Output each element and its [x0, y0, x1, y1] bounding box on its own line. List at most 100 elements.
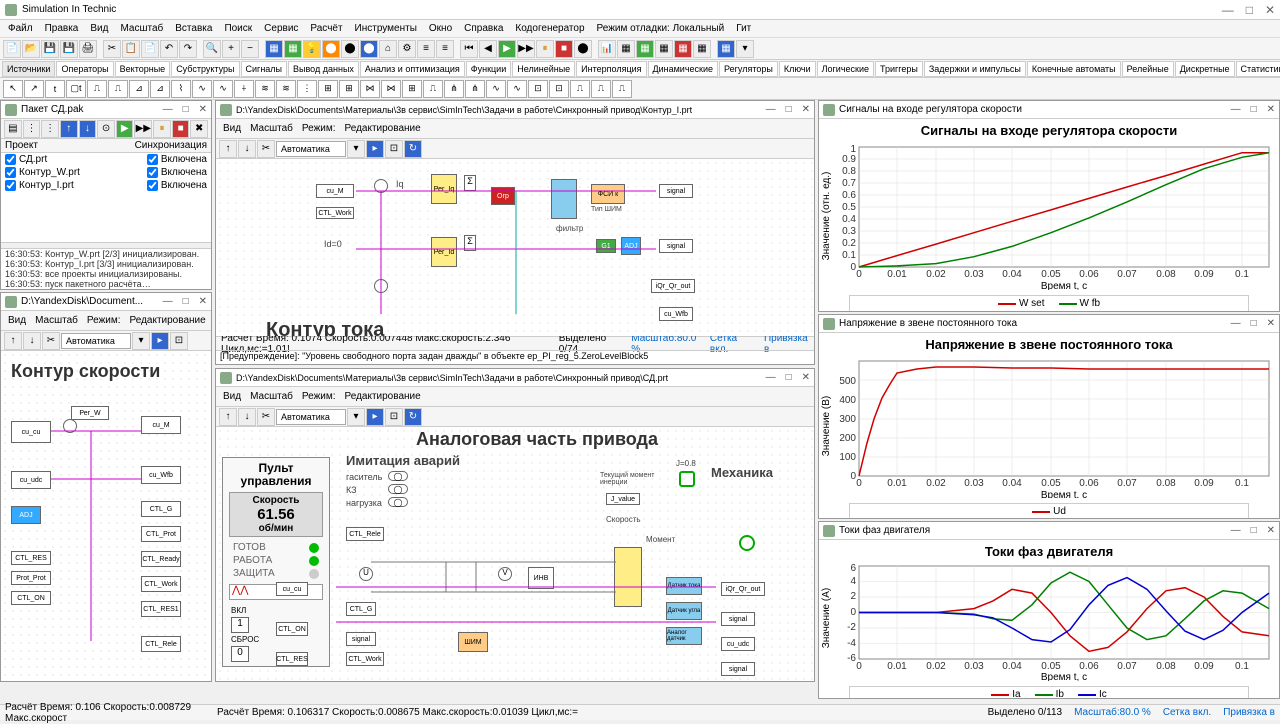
play-icon[interactable]: ▶ [116, 120, 134, 138]
palette-icon[interactable]: ▢t [66, 80, 86, 98]
tab[interactable]: Нелинейные [512, 61, 575, 77]
sync-check[interactable] [147, 167, 158, 178]
palette-icon[interactable]: ⋈ [381, 80, 401, 98]
block[interactable]: Датчик угла [666, 602, 702, 620]
tool-icon[interactable]: ⬤ [360, 40, 378, 58]
sum-icon[interactable]: Σ [464, 175, 476, 191]
doc-tab[interactable]: Масштаб [31, 315, 82, 326]
proj-name[interactable]: Контур_I.prt [19, 180, 144, 191]
palette-icon[interactable]: ∿ [507, 80, 527, 98]
block[interactable]: signal [346, 632, 376, 646]
tool-icon[interactable]: 📊 [598, 40, 616, 58]
palette-icon[interactable]: ⎍ [612, 80, 632, 98]
tool-icon[interactable]: ⌂ [379, 40, 397, 58]
play-icon[interactable]: ▶ [498, 40, 516, 58]
block[interactable]: CTL_Work [141, 576, 181, 592]
palette-icon[interactable]: ↗ [24, 80, 44, 98]
doc-tab[interactable]: Вид [219, 391, 245, 402]
stop-icon[interactable]: ■ [555, 40, 573, 58]
toggle[interactable]: ◯ [388, 484, 408, 494]
sync-check[interactable] [147, 180, 158, 191]
tab[interactable]: Задержки и импульсы [924, 61, 1026, 77]
block[interactable]: CTL_ON [276, 622, 308, 636]
proj-check[interactable] [5, 180, 16, 191]
new-icon[interactable]: 📄 [3, 40, 21, 58]
menu-item[interactable]: Правка [40, 21, 84, 36]
step-icon[interactable]: ▶▶ [517, 40, 535, 58]
maximize-button[interactable]: □ [183, 296, 189, 307]
rewind-icon[interactable]: ⏮ [460, 40, 478, 58]
mode-select[interactable] [61, 333, 131, 349]
palette-icon[interactable]: ≋ [276, 80, 296, 98]
tool-icon[interactable]: ▦ [636, 40, 654, 58]
block[interactable]: Рег_Iq [431, 174, 457, 204]
tab[interactable]: Релейные [1122, 61, 1174, 77]
close-button[interactable]: ✕ [802, 104, 810, 115]
tab[interactable]: Дискретные [1175, 61, 1235, 77]
tool-icon[interactable]: ≡ [417, 40, 435, 58]
tb-icon[interactable]: ⊙ [97, 120, 115, 138]
menu-item[interactable]: Вставка [170, 21, 217, 36]
block[interactable]: CTL_ON [11, 591, 51, 605]
tab[interactable]: Триггеры [875, 61, 923, 77]
minimize-button[interactable]: — [1231, 525, 1241, 536]
palette-icon[interactable]: ⊿ [150, 80, 170, 98]
block[interactable]: CTL_G [141, 501, 181, 517]
block[interactable]: cu_Wfb [141, 466, 181, 484]
zoomin-icon[interactable]: + [222, 40, 240, 58]
tb-icon[interactable]: ▾ [132, 332, 150, 350]
menu-item[interactable]: Кодогенератор [510, 21, 589, 36]
mode-select[interactable] [276, 141, 346, 157]
copy-icon[interactable]: 📋 [122, 40, 140, 58]
block[interactable]: iQr_Qr_out [651, 279, 695, 293]
minimize-button[interactable]: — [1222, 3, 1234, 17]
palette-icon[interactable]: ∿ [213, 80, 233, 98]
minimize-button[interactable]: — [1231, 104, 1241, 115]
block[interactable]: cu_M [141, 416, 181, 434]
palette-icon[interactable]: ⋔ [444, 80, 464, 98]
tab[interactable]: Конечные автоматы [1027, 61, 1121, 77]
summator-icon[interactable] [374, 279, 388, 293]
proj-name[interactable]: Контур_W.prt [19, 167, 144, 178]
block[interactable]: signal [721, 612, 755, 626]
tb-icon[interactable]: ▸ [366, 408, 384, 426]
palette-icon[interactable]: ⎍ [591, 80, 611, 98]
tb-icon[interactable]: ⊡ [170, 332, 188, 350]
step-icon[interactable]: ▶▶ [134, 120, 152, 138]
stop-icon[interactable]: ■ [172, 120, 190, 138]
tool-icon[interactable]: ▦ [284, 40, 302, 58]
minimize-button[interactable]: — [766, 104, 776, 115]
tb-icon[interactable]: ⊡ [385, 140, 403, 158]
block[interactable]: Рег_Id [431, 237, 457, 267]
menu-item[interactable]: Сервис [259, 21, 303, 36]
cut-icon[interactable]: ✂ [103, 40, 121, 58]
tab[interactable]: Субструктуры [171, 61, 239, 77]
tb-icon[interactable]: ▾ [347, 408, 365, 426]
close-button[interactable]: ✕ [199, 104, 207, 115]
tab[interactable]: Интерполяция [576, 61, 646, 77]
tb-icon[interactable]: ▸ [151, 332, 169, 350]
maximize-button[interactable]: □ [1246, 3, 1253, 17]
mech-icon[interactable] [739, 535, 755, 551]
doc-tab[interactable]: Вид [4, 315, 30, 326]
block[interactable]: CTL_Prot [141, 526, 181, 542]
paste-icon[interactable]: 📄 [141, 40, 159, 58]
block[interactable]: cu_Wfb [659, 307, 693, 321]
saveall-icon[interactable]: 💾 [60, 40, 78, 58]
cut-icon[interactable]: ✂ [257, 408, 275, 426]
block[interactable]: ADJ [621, 237, 641, 255]
tool-icon[interactable]: ▦ [655, 40, 673, 58]
palette-icon[interactable]: ⋔ [465, 80, 485, 98]
up-icon[interactable]: ↑ [60, 120, 78, 138]
back-icon[interactable]: ◀ [479, 40, 497, 58]
zoomout-icon[interactable]: − [241, 40, 259, 58]
cut-icon[interactable]: ✂ [42, 332, 60, 350]
proj-name[interactable]: СД.prt [19, 154, 144, 165]
cut-icon[interactable]: ✂ [257, 140, 275, 158]
proj-check[interactable] [5, 167, 16, 178]
down-icon[interactable]: ↓ [23, 332, 41, 350]
open-icon[interactable]: 📂 [22, 40, 40, 58]
palette-icon[interactable]: ∿ [486, 80, 506, 98]
maximize-button[interactable]: □ [1251, 318, 1257, 329]
block[interactable]: Огр [491, 187, 515, 205]
